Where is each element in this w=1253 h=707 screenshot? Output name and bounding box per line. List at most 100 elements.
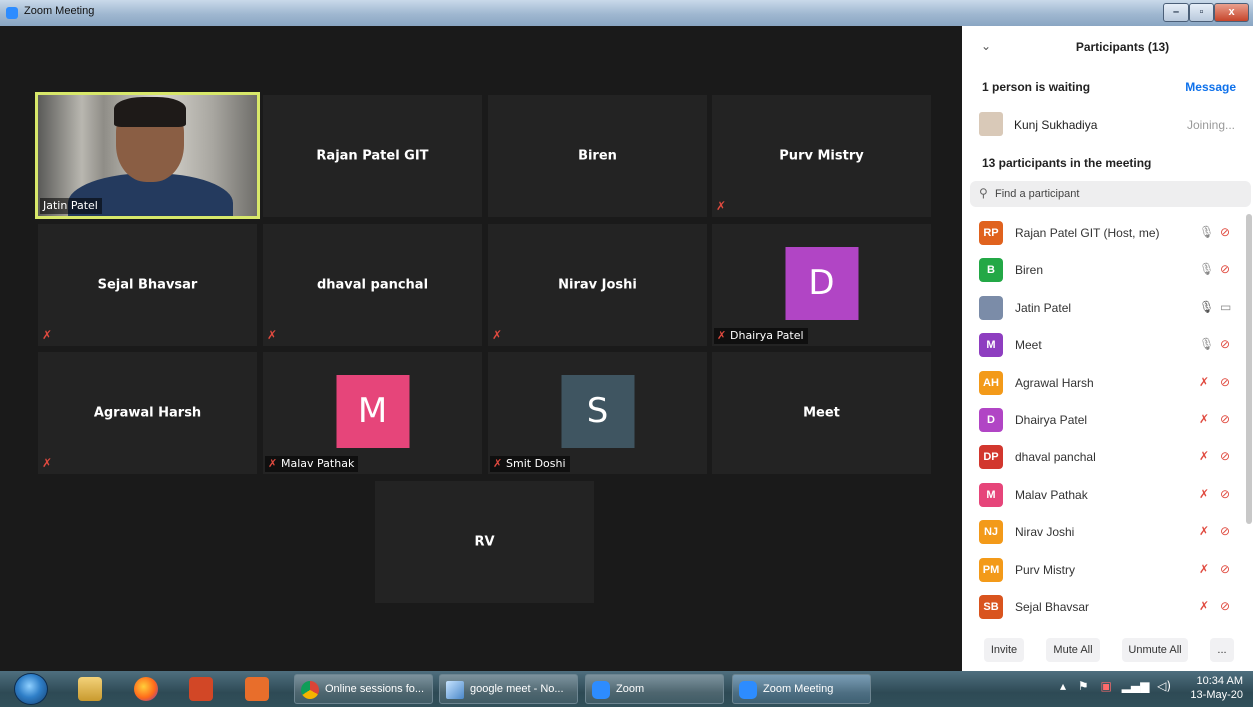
participant-row[interactable]: D Dhairya Patel ✗ ⊘ [962, 401, 1244, 438]
microphone-muted-icon[interactable]: ✗ [1199, 487, 1209, 501]
participant-tile[interactable]: Biren [488, 95, 707, 217]
participant-row[interactable]: PM Purv Mistry ✗ ⊘ [962, 551, 1244, 588]
taskbar-item-label: google meet - No... [470, 683, 564, 695]
participant-name: Meet [1015, 338, 1042, 353]
action-center-flag-icon[interactable]: ⚑ [1078, 679, 1089, 693]
microphone-muted-icon[interactable]: ✗ [1199, 375, 1209, 389]
participant-row[interactable]: M Meet 🎙 ⊘ [962, 326, 1244, 363]
participant-tile[interactable]: dhaval panchal ✗ [263, 224, 482, 346]
video-off-icon[interactable]: ⊘ [1220, 487, 1230, 501]
participant-row[interactable]: DP dhaval panchal ✗ ⊘ [962, 438, 1244, 475]
participant-tile[interactable]: Meet [712, 352, 931, 474]
muted-mic-icon: ✗ [717, 329, 727, 342]
avatar: B [979, 258, 1003, 283]
video-camera-icon[interactable]: ▭ [1220, 300, 1231, 314]
waiting-room-text: 1 person is waiting [982, 80, 1091, 94]
start-button[interactable] [14, 673, 48, 705]
participant-count-text: 13 participants in the meeting [982, 156, 1152, 170]
zoom-app-icon [6, 7, 18, 19]
mute-all-button[interactable]: Mute All [1046, 638, 1100, 662]
window-titlebar[interactable]: Zoom Meeting – ▫ x [0, 0, 1253, 26]
participant-name: Nirav Joshi [1015, 525, 1075, 540]
participant-row[interactable]: M Malav Pathak ✗ ⊘ [962, 476, 1244, 513]
taskbar-item-notepad[interactable]: google meet - No... [439, 674, 578, 704]
network-signal-icon[interactable]: ▂▄▆ [1122, 679, 1150, 693]
initial-avatar: D [785, 247, 858, 320]
taskbar-item-zoom[interactable]: Zoom [585, 674, 724, 704]
video-person-hair [114, 97, 186, 127]
search-input[interactable] [995, 185, 1235, 203]
avatar: M [979, 333, 1003, 358]
taskbar-clock[interactable]: 10:34 AM 13-May-20 [1190, 674, 1243, 702]
avatar [979, 295, 1003, 320]
participant-tile[interactable]: S ✗ Smit Doshi [488, 352, 707, 474]
microphone-muted-icon[interactable]: ✗ [1199, 562, 1209, 576]
chrome-icon [301, 681, 319, 699]
participant-row[interactable]: AH Agrawal Harsh ✗ ⊘ [962, 364, 1244, 401]
microphone-muted-icon[interactable]: ✗ [1199, 524, 1209, 538]
microphone-muted-icon[interactable]: ✗ [1199, 449, 1209, 463]
microphone-muted-icon[interactable]: ✗ [1199, 412, 1209, 426]
maximize-icon: ▫ [1199, 6, 1204, 18]
firefox-icon[interactable] [134, 677, 158, 701]
message-button[interactable]: Message [1185, 80, 1236, 94]
file-explorer-icon[interactable] [78, 677, 102, 701]
microphone-icon[interactable]: 🎙 [1199, 225, 1214, 239]
participant-row[interactable]: B Biren 🎙 ⊘ [962, 251, 1244, 288]
unmute-all-button[interactable]: Unmute All [1122, 638, 1188, 662]
more-options-button[interactable]: ... [1210, 638, 1234, 662]
tile-name: Nirav Joshi [558, 277, 637, 293]
video-off-icon[interactable]: ⊘ [1220, 599, 1230, 613]
zoom-icon [739, 681, 757, 699]
microphone-icon[interactable]: 🎙 [1199, 262, 1214, 276]
participant-search[interactable]: ⚲ [970, 181, 1251, 207]
clock-time: 10:34 AM [1196, 675, 1243, 687]
waiting-participant-row[interactable]: Kunj Sukhadiya Joining... [962, 110, 1253, 140]
system-tray[interactable]: ▴ ⚑ ▣ ▂▄▆ ◁) [1060, 679, 1171, 693]
powerpoint-icon[interactable] [189, 677, 213, 701]
invite-button[interactable]: Invite [984, 638, 1024, 662]
media-player-icon[interactable] [245, 677, 269, 701]
participant-list-scrollbar[interactable] [1246, 214, 1252, 524]
microphone-icon[interactable]: 🎙 [1199, 337, 1214, 351]
power-icon[interactable]: ▣ [1100, 679, 1111, 693]
participant-row[interactable]: SB Sejal Bhavsar ✗ ⊘ [962, 588, 1244, 625]
video-off-icon[interactable]: ⊘ [1220, 375, 1230, 389]
participant-name: Sejal Bhavsar [1015, 599, 1090, 614]
video-off-icon[interactable]: ⊘ [1220, 337, 1230, 351]
video-tile-active-speaker[interactable]: Jatin Patel [35, 92, 260, 219]
close-icon: x [1228, 6, 1235, 18]
volume-icon[interactable]: ◁) [1157, 679, 1171, 693]
participant-tile[interactable]: D ✗ Dhairya Patel [712, 224, 931, 346]
taskbar-item-chrome[interactable]: Online sessions fo... [294, 674, 433, 704]
clock-date: 13-May-20 [1190, 689, 1243, 701]
video-off-icon[interactable]: ⊘ [1220, 449, 1230, 463]
close-button[interactable]: x [1214, 3, 1249, 22]
microphone-muted-icon[interactable]: ✗ [1199, 599, 1209, 613]
participant-tile[interactable]: Sejal Bhavsar ✗ [38, 224, 257, 346]
waiting-participant-status: Joining... [1186, 118, 1235, 132]
video-off-icon[interactable]: ⊘ [1220, 562, 1230, 576]
participant-tile[interactable]: Rajan Patel GIT [263, 95, 482, 217]
maximize-button[interactable]: ▫ [1189, 3, 1214, 22]
participant-tile[interactable]: Agrawal Harsh ✗ [38, 352, 257, 474]
participant-row[interactable]: NJ Nirav Joshi ✗ ⊘ [962, 513, 1244, 550]
participant-row[interactable]: Jatin Patel 🎙 ▭ [962, 289, 1244, 326]
tile-name-text: Malav Pathak [281, 457, 355, 470]
video-off-icon[interactable]: ⊘ [1220, 412, 1230, 426]
participant-name: Biren [1015, 263, 1044, 278]
participant-row[interactable]: RP Rajan Patel GIT (Host, me) 🎙 ⊘ [962, 214, 1244, 251]
participant-tile[interactable]: RV [375, 481, 594, 603]
microphone-active-icon[interactable]: 🎙 [1199, 300, 1214, 314]
video-off-icon[interactable]: ⊘ [1220, 225, 1230, 239]
avatar: PM [979, 557, 1003, 582]
taskbar-item-zoom-meeting[interactable]: Zoom Meeting [732, 674, 871, 704]
participant-tile[interactable]: Nirav Joshi ✗ [488, 224, 707, 346]
minimize-button[interactable]: – [1163, 3, 1189, 22]
video-off-icon[interactable]: ⊘ [1220, 262, 1230, 276]
muted-mic-icon: ✗ [42, 328, 53, 342]
participant-tile[interactable]: Purv Mistry ✗ [712, 95, 931, 217]
video-off-icon[interactable]: ⊘ [1220, 524, 1230, 538]
participant-tile[interactable]: M ✗ Malav Pathak [263, 352, 482, 474]
show-hidden-icons-icon[interactable]: ▴ [1060, 679, 1066, 693]
